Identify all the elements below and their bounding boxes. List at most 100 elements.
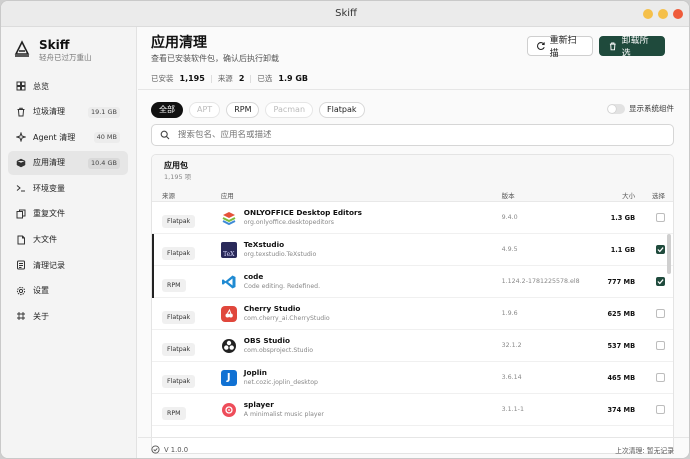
row-checkbox[interactable] — [656, 245, 665, 254]
app-id: org.onlyoffice.desktopeditors — [243, 218, 335, 226]
app-name: OBS Studio — [243, 335, 291, 345]
sidebar-item-label: 垃圾清理 — [33, 107, 65, 117]
row-checkbox[interactable] — [656, 405, 665, 414]
table-scrollbar[interactable] — [667, 234, 671, 274]
search-input[interactable] — [178, 130, 658, 140]
trash-icon — [609, 42, 616, 51]
sidebar-item-6[interactable]: 大文件 — [8, 228, 128, 252]
last-clean-text: 上次清理: 暂无记录 — [615, 447, 674, 455]
column-select: 选择 — [652, 191, 665, 200]
app-version: 9.4.0 — [501, 214, 518, 221]
row-checkbox[interactable] — [656, 373, 665, 382]
filter-chip-0[interactable]: 全部 — [151, 102, 183, 118]
sources-value: 2 — [238, 74, 245, 83]
installed-label: 已安装 — [151, 74, 174, 83]
sidebar-item-9[interactable]: 关于 — [8, 304, 128, 328]
window-controls — [643, 9, 683, 19]
app-id: com.cherry_ai.CherryStudio — [243, 314, 330, 322]
column-version: 版本 — [501, 191, 515, 200]
sidebar-item-badge: 19.1 GB — [87, 106, 120, 118]
source-filters: 全部 APT RPM Pacman Flatpak — [151, 102, 365, 118]
rescan-button[interactable]: 重新扫描 — [527, 36, 593, 59]
column-headers: 来源 应用 版本 大小 选择 — [152, 188, 673, 202]
maximize-button[interactable] — [658, 9, 668, 19]
app-size: 777 MB — [607, 277, 636, 286]
app-size: 374 MB — [607, 405, 636, 414]
sidebar-item-7[interactable]: 清理记录 — [8, 253, 128, 277]
filter-chip-4[interactable]: Flatpak — [319, 102, 365, 118]
brand-tagline: 轻舟已过万重山 — [39, 53, 92, 62]
filter-chip-2[interactable]: RPM — [226, 102, 260, 118]
sidebar-item-0[interactable]: 总览 — [8, 74, 128, 98]
sidebar-item-1[interactable]: 垃圾清理 19.1 GB — [8, 100, 128, 124]
gear-icon — [16, 286, 26, 295]
app-version: 1.124.2-1781225578.el8 — [501, 278, 580, 285]
app-id: net.cozic.joplin_desktop — [243, 378, 318, 386]
filter-chip-3[interactable]: Pacman — [265, 102, 314, 118]
app-window: Skiff Skiff 轻舟已过万重山 总览 垃圾清理 19.1 GB Agen… — [0, 0, 690, 459]
row-checkbox[interactable] — [656, 213, 665, 222]
window-title: Skiff — [335, 8, 357, 19]
sidebar-item-badge: 10.4 GB — [87, 157, 120, 169]
row-checkbox[interactable] — [656, 309, 665, 318]
minimize-button[interactable] — [643, 9, 653, 19]
column-source: 来源 — [162, 191, 175, 200]
sidebar-item-label: Agent 清理 — [33, 132, 76, 142]
source-badge: RPM — [162, 278, 186, 292]
app-name: ONLYOFFICE Desktop Editors — [243, 207, 362, 217]
onlyoffice-icon — [221, 210, 237, 226]
sidebar-item-label: 设置 — [33, 286, 49, 296]
skiff-logo-icon — [14, 40, 30, 57]
table-row[interactable]: RPM splayer A minimalist music player 3.… — [152, 394, 673, 426]
sidebar-item-4[interactable]: 环境变量 — [8, 176, 128, 200]
main-content: 应用清理 查看已安装软件包，确认后执行卸载 重新扫描 卸载所选 已安装 1,19… — [138, 27, 689, 458]
package-icon — [16, 158, 26, 168]
table-count: 1,195 项 — [164, 173, 192, 181]
filter-chip-1[interactable]: APT — [189, 102, 221, 118]
app-size: 1.3 GB — [610, 213, 636, 222]
sidebar-item-label: 总览 — [33, 81, 49, 91]
selected-value: 1.9 GB — [278, 74, 309, 83]
table-header: 应用包 1,195 项 — [152, 155, 673, 188]
app-id: Code editing. Redefined. — [243, 282, 321, 290]
app-name: splayer — [243, 399, 274, 409]
sidebar-item-2[interactable]: Agent 清理 40 MB — [8, 125, 128, 149]
installed-value: 1,195 — [179, 74, 205, 83]
uninstall-selected-button[interactable]: 卸载所选 — [599, 36, 665, 59]
stats-bar: 已安装 1,195 来源 2 已选 1.9 GB — [151, 73, 308, 84]
history-icon — [17, 260, 25, 270]
row-checkbox[interactable] — [656, 277, 665, 286]
brand: Skiff 轻舟已过万重山 — [13, 37, 92, 63]
app-version: 4.9.5 — [501, 246, 518, 253]
checkmark-icon — [657, 279, 664, 285]
sidebar-item-8[interactable]: 设置 — [8, 279, 128, 303]
source-badge: Flatpak — [162, 214, 196, 228]
table-row[interactable]: Flatpak Cherry Studio com.cherry_ai.Cher… — [152, 298, 673, 330]
check-circle-icon — [151, 445, 160, 454]
footer-version: V 1.0.0 — [151, 445, 188, 454]
table-row[interactable]: Flatpak J Joplin net.cozic.joplin_deskto… — [152, 362, 673, 394]
table-row[interactable]: RPM code Code editing. Redefined. 1.124.… — [152, 266, 673, 298]
sidebar-item-5[interactable]: 重复文件 — [8, 202, 128, 226]
selected-label: 已选 — [257, 74, 273, 83]
app-size: 1.1 GB — [610, 245, 636, 254]
agent-icon — [16, 132, 26, 143]
overview-icon — [16, 81, 26, 91]
sidebar-item-label: 关于 — [33, 311, 49, 321]
sidebar-item-3[interactable]: 应用清理 10.4 GB — [8, 150, 128, 175]
table-row[interactable]: Flatpak TeX TeXstudio org.texstudio.TeXs… — [152, 234, 673, 266]
app-id: A minimalist music player — [243, 410, 324, 418]
table-row[interactable]: Flatpak OBS Studio com.obsproject.Studio… — [152, 330, 673, 362]
cherry-studio-icon — [220, 305, 237, 322]
close-button[interactable] — [673, 9, 683, 19]
show-system-toggle-row: 显示系统组件 — [607, 103, 674, 114]
page-subtitle: 查看已安装软件包，确认后执行卸载 — [151, 54, 279, 63]
row-checkbox[interactable] — [656, 341, 665, 350]
column-app: 应用 — [220, 191, 234, 200]
brand-name: Skiff — [39, 38, 70, 52]
obs-icon — [221, 338, 237, 354]
footer: V 1.0.0 上次清理: 暂无记录 — [138, 437, 689, 458]
show-system-toggle[interactable] — [607, 103, 625, 114]
table-row[interactable]: Flatpak ONLYOFFICE Desktop Editors org.o… — [152, 202, 673, 234]
refresh-icon — [537, 42, 545, 50]
